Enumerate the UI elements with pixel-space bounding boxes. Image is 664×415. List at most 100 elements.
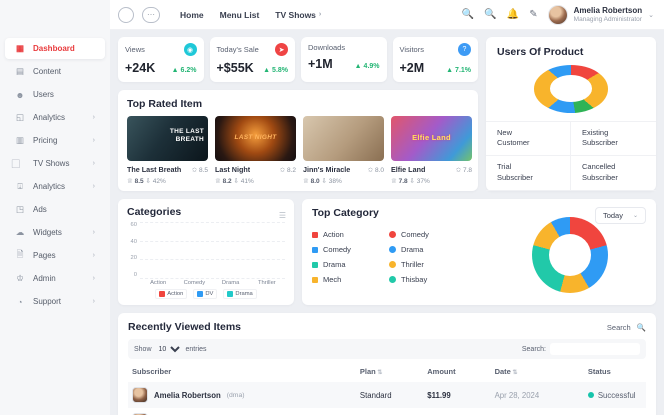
visitors-icon: ? — [458, 43, 471, 56]
sidebar-item-pricing[interactable]: ▥ Pricing › — [5, 130, 105, 151]
top-category-legend-left: Action Comedy Drama Mech — [312, 230, 351, 284]
stat-card-downloads: Downloads +1M ▲ 4.9% — [301, 37, 387, 82]
dot-swatch — [388, 246, 396, 253]
sale-icon: ➤ — [275, 43, 288, 56]
profile-avatar — [547, 4, 568, 25]
legend-label: Thisbay — [400, 275, 428, 284]
thumbnail-text: LAST NIGHT — [234, 134, 277, 141]
chevron-right-icon: › — [92, 114, 95, 121]
legend-item-action: Action — [155, 289, 188, 299]
legend-label: Mech — [323, 275, 342, 284]
sidebar-item-pages[interactable]: 🗎 Pages › — [5, 245, 105, 266]
plan-cell: Standard — [359, 390, 392, 400]
movie-stats: ♕ 8.2 ⇩ 41% — [215, 178, 254, 185]
admin-icon: ♔ — [16, 273, 24, 283]
table-row[interactable]: Amelia Robertson (dma) Standard $11.99 Apr … — [128, 382, 646, 408]
edit-icon[interactable]: ✎ — [529, 9, 537, 20]
table-search-input[interactable] — [550, 343, 640, 355]
amount-cell: $18.99 — [423, 408, 490, 415]
column-header-subscriber: Subscriber — [132, 367, 172, 376]
sidebar-item-admin[interactable]: ♔ Admin › — [5, 268, 105, 289]
sidebar-item-label: Admin — [33, 274, 56, 283]
zoom-icon[interactable]: 🔍 — [484, 9, 496, 20]
sort-icon: ⇅ — [375, 370, 383, 376]
stat-delta: ▲ 5.8% — [263, 67, 288, 74]
movie-stats: ♕ 8.5 ⇩ 42% — [127, 178, 166, 185]
chevron-right-icon: › — [92, 160, 95, 167]
sidebar-item-analytics-bars[interactable]: ⍗ Analytics › — [5, 176, 105, 197]
users-icon: ☻ — [15, 89, 25, 100]
search-icon[interactable]: 🔍 — [462, 9, 474, 20]
movie-thumbnail[interactable]: THE LAST BREATH — [127, 116, 208, 161]
chevron-right-icon: › — [92, 298, 95, 305]
analytics-icon: ◱ — [15, 112, 25, 122]
legend-label: Comedy — [400, 230, 429, 239]
movie-thumbnail[interactable] — [303, 116, 384, 161]
column-header-plan[interactable]: Plan ⇅ — [356, 361, 423, 382]
nav-item-menu-list[interactable]: Menu List — [220, 10, 260, 20]
stat-card-todayssale: Today's Sale ➤ +$55K ▲ 5.8% — [209, 37, 295, 82]
movie-stats: ♕ 8.0 ⇩ 38% — [303, 178, 342, 185]
chevron-right-icon: › — [92, 137, 95, 144]
categories-legend: Action DV Drama — [127, 289, 285, 299]
legend-label: Action — [323, 230, 344, 239]
profile-role: Managing Administrator — [573, 15, 642, 23]
stat-delta: ▲ 6.2% — [171, 67, 197, 74]
top-rated-item: LAST NIGHT Last Night ✩ 8.2 ♕ 8.2 ⇩ 41% — [215, 116, 296, 185]
users-of-product-title: Users Of Product — [497, 46, 584, 58]
sidebar-item-label: Support — [33, 297, 62, 306]
profile-menu[interactable]: Amelia Robertson Managing Administrator … — [547, 4, 654, 25]
movie-rating: ✩ 8.0 — [367, 166, 384, 174]
table-row[interactable]: Amelia Robertson (events)Premium$18.99Ap… — [128, 408, 646, 415]
sidebar-item-ads[interactable]: ◳ Ads — [5, 199, 105, 220]
sidebar-item-widgets[interactable]: ☁ Widgets › — [5, 222, 105, 243]
top-rated-title: Top Rated Item — [127, 98, 203, 110]
top-rated-section: Top Rated Item THE LAST BREATH The Last B… — [118, 90, 478, 191]
stat-delta: ▲ 4.9% — [354, 63, 380, 70]
period-value: Today — [602, 211, 623, 220]
recently-viewed-section: Recently Viewed Items Search 🔍 Show 10 e… — [118, 313, 656, 415]
column-header-date[interactable]: Date ⇅ — [491, 361, 584, 382]
legend-item-drama: Drama — [223, 289, 257, 299]
recently-viewed-title: Recently Viewed Items — [128, 321, 242, 333]
sidebar-item-dashboard[interactable]: ▦ Dashboard — [5, 38, 105, 59]
stat-label: Downloads — [308, 43, 346, 52]
show-label: Show — [134, 345, 152, 353]
sidebar-item-support[interactable]: ◔ Support › — [5, 291, 105, 312]
column-header-amount: Amount — [427, 367, 456, 376]
sidebar-item-analytics[interactable]: ◱ Analytics › — [5, 107, 105, 128]
movie-thumbnail[interactable]: LAST NIGHT — [215, 116, 296, 161]
top-category-card: Top Category Today ⌄ Action Comedy Drama Me… — [302, 199, 656, 305]
categories-y-axis: 60 40 20 0 — [127, 222, 140, 278]
y-tick: 20 — [130, 255, 137, 262]
x-tick: Action — [150, 280, 167, 286]
sidebar-item-tv-shows[interactable]: ⃞ TV Shows › — [5, 153, 105, 174]
sidebar-item-users[interactable]: ☻ Users — [5, 84, 105, 105]
chart-menu-icon[interactable]: ☰ — [279, 211, 286, 220]
menu-toggle-icon[interactable]: ⋯ — [142, 6, 160, 23]
widgets-icon: ☁ — [15, 227, 25, 237]
movie-thumbnail[interactable]: Elfie Land — [391, 116, 472, 161]
top-rated-item: Elfie Land Elfie Land ✩ 7.8 ♕ 7.8 ⇩ 37% — [391, 116, 472, 185]
sidebar-item-content[interactable]: ▤ Content — [5, 61, 105, 82]
chevron-right-icon: › — [92, 183, 95, 190]
period-select[interactable]: Today ⌄ — [594, 207, 646, 224]
stat-value: +1M — [308, 57, 333, 71]
stat-value: +$55K — [216, 61, 254, 75]
nav-item-home[interactable]: Home — [180, 10, 204, 20]
sidebar: ▦ Dashboard ▤ Content ☻ Users ◱ Analytics › ▥ Pric… — [0, 0, 110, 415]
logo-circle-icon[interactable] — [118, 6, 134, 23]
bell-icon[interactable]: 🔔 — [507, 9, 519, 20]
table-search-toggle[interactable]: Search 🔍 — [607, 323, 646, 332]
top-category-legend-drama: Drama — [312, 260, 351, 269]
entries-label: entries — [185, 345, 207, 353]
top-category-legend-comedy: Comedy — [388, 230, 429, 239]
search-icon: 🔍 — [636, 322, 646, 332]
subscribers-table: Subscriber Plan ⇅ Amount Date ⇅ Status Ameli… — [128, 361, 646, 415]
nav-item-tv-shows[interactable]: TV Shows › — [275, 10, 321, 20]
legend-label: Thriller — [400, 260, 424, 269]
top-category-title: Top Category — [312, 207, 379, 219]
top-category-legend-thisbay: Thisbay — [388, 275, 429, 284]
page-size-select[interactable]: 10 — [154, 344, 183, 354]
date-cell: Apr 28, 2024 — [494, 390, 540, 400]
